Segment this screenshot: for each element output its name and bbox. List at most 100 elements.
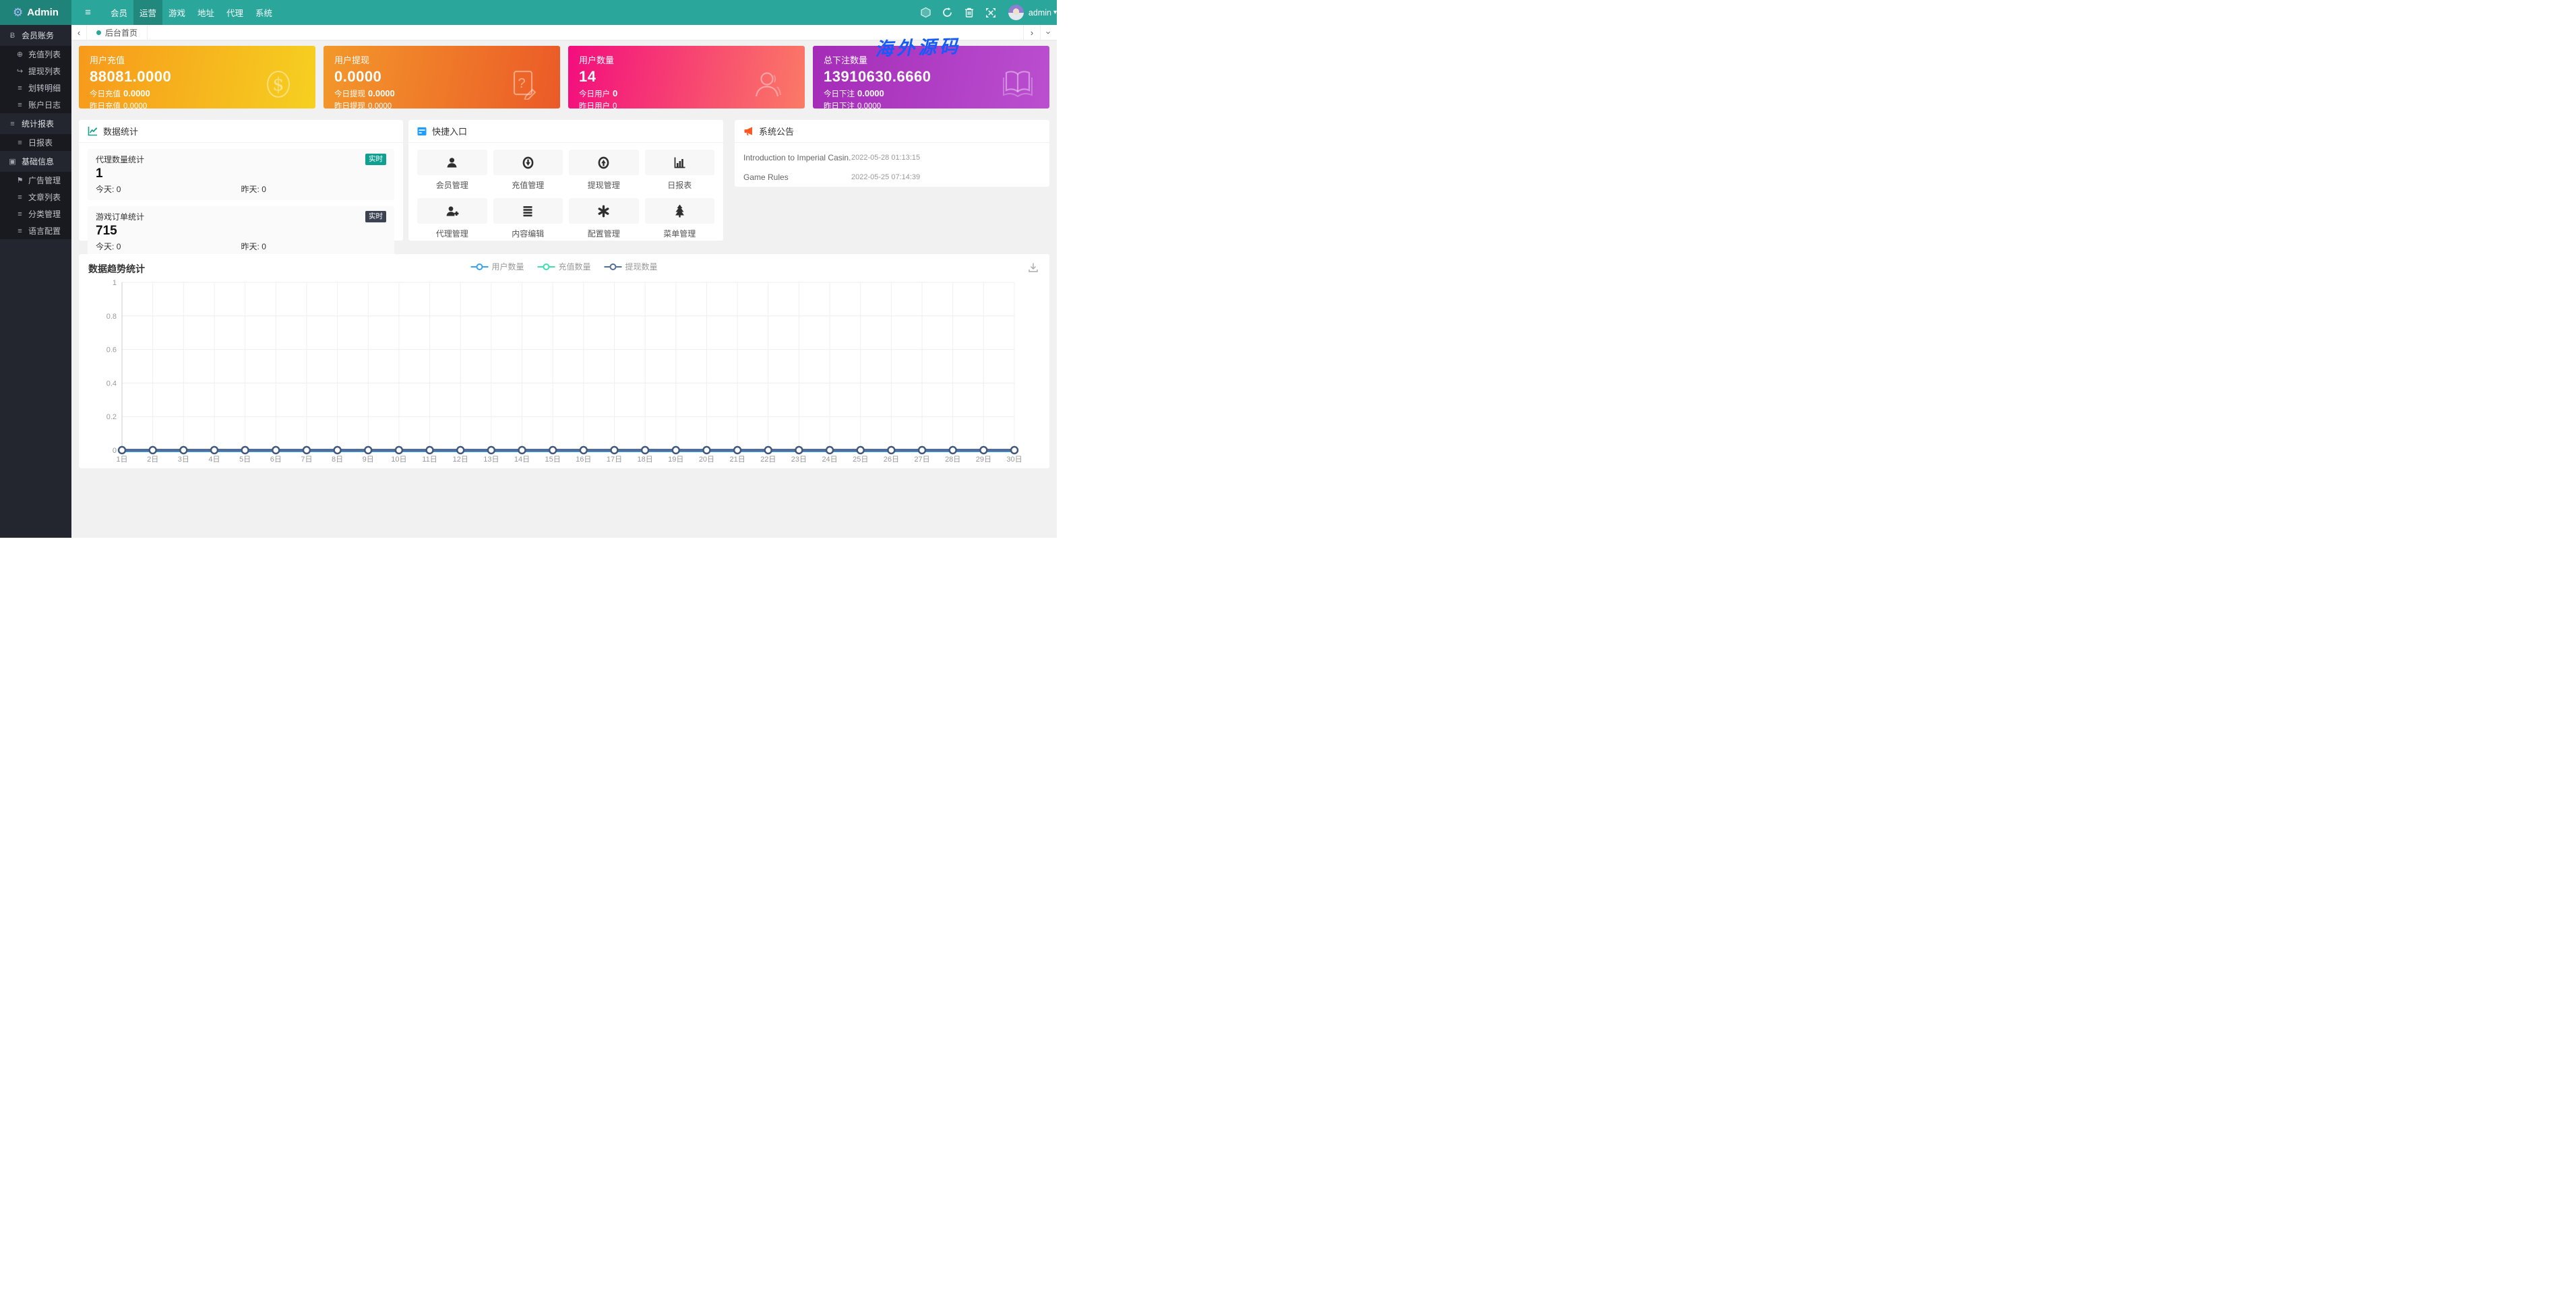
svg-text:11日: 11日 xyxy=(422,456,437,464)
ad-icon: ⚑ xyxy=(16,176,24,185)
sidebar-item-article-list[interactable]: ≡ 文章列表 xyxy=(0,189,71,206)
quick-agent-management[interactable]: 代理管理 xyxy=(417,198,487,241)
quick-withdraw-management[interactable]: 提现管理 xyxy=(569,150,639,192)
tree-icon xyxy=(673,204,686,218)
sidebar-submenu: ⊕ 充值列表 ↪ 提现列表 ≡ 划转明细 ≡ 账户日志 xyxy=(0,46,71,113)
tab-menu-button[interactable]: › xyxy=(1040,25,1057,40)
stat-card-total-bets: 总下注数量 13910630.6660 今日下注0.0000 昨日下注0.000… xyxy=(813,46,1049,108)
list-icon: ≡ xyxy=(16,227,24,235)
svg-text:12日: 12日 xyxy=(453,456,468,464)
statbox-value: 1 xyxy=(96,166,386,181)
announcement-row[interactable]: Introduction to Imperial Casin... 2022-0… xyxy=(735,149,1049,166)
sidebar-item-member-accounts[interactable]: Ƀ 会员账务 xyxy=(0,25,71,46)
svg-text:8日: 8日 xyxy=(332,456,343,464)
sidebar-item-stats-reports[interactable]: ≡ 统计报表 xyxy=(0,113,71,134)
trend-line-chart[interactable]: 00.20.40.60.811日2日3日4日5日6日7日8日9日10日11日12… xyxy=(79,276,1049,465)
tab-label: 后台首页 xyxy=(105,27,137,38)
svg-text:10日: 10日 xyxy=(391,456,406,464)
quick-config-management[interactable]: 配置管理 xyxy=(569,198,639,241)
legend-item-recharge[interactable]: 充值数量 xyxy=(537,261,590,272)
list-icon: ≡ xyxy=(16,139,24,147)
sidebar-item-label: 文章列表 xyxy=(28,191,61,203)
chevron-left-icon: ‹ xyxy=(78,28,80,38)
announcement-row[interactable]: Game Rules 2022-05-25 07:14:39 xyxy=(735,168,1049,186)
download-chart-icon[interactable] xyxy=(1028,262,1039,273)
avatar[interactable] xyxy=(1008,5,1024,20)
panel-title: 数据统计 xyxy=(103,125,138,137)
stat-card-title: 总下注数量 xyxy=(824,53,1039,66)
sidebar-item-label: 分类管理 xyxy=(28,208,61,220)
tab-home[interactable]: 后台首页 xyxy=(87,25,148,40)
nav-item-address[interactable]: 地址 xyxy=(191,0,220,25)
sidebar-item-label: 基础信息 xyxy=(22,156,54,167)
sidebar-item-category-management[interactable]: ≡ 分类管理 xyxy=(0,206,71,222)
svg-text:4日: 4日 xyxy=(208,456,220,464)
sidebar-item-ad-management[interactable]: ⚑ 广告管理 xyxy=(0,172,71,189)
sidebar-item-label: 统计报表 xyxy=(22,118,54,129)
svg-text:$: $ xyxy=(272,74,284,95)
sidebar-item-recharge-list[interactable]: ⊕ 充值列表 xyxy=(0,46,71,63)
legend-label: 充值数量 xyxy=(558,261,590,272)
stat-line-label: 今日提现 xyxy=(334,90,365,98)
fullscreen-icon[interactable] xyxy=(980,0,1002,25)
trash-icon[interactable] xyxy=(958,0,980,25)
sidebar-submenu: ⚑ 广告管理 ≡ 文章列表 ≡ 分类管理 ≡ 语言配置 xyxy=(0,172,71,239)
statbox-name: 游戏订单统计 xyxy=(96,211,144,222)
svg-text:30日: 30日 xyxy=(1006,456,1022,464)
list-icon: ≡ xyxy=(16,84,24,92)
stat-line-value: 0.0000 xyxy=(368,88,395,98)
announcement-title: Introduction to Imperial Casin... xyxy=(743,153,851,162)
nav-item-game[interactable]: 游戏 xyxy=(162,0,191,25)
brand-logo[interactable]: ⚙ Admin xyxy=(0,0,71,25)
quick-label: 提现管理 xyxy=(569,179,639,191)
legend-item-users[interactable]: 用户数量 xyxy=(470,261,524,272)
sidebar-item-withdraw-list[interactable]: ↪ 提现列表 xyxy=(0,63,71,80)
sidebar-item-language-config[interactable]: ≡ 语言配置 xyxy=(0,222,71,239)
refresh-icon[interactable] xyxy=(937,0,958,25)
svg-text:7日: 7日 xyxy=(301,456,312,464)
agent-count-statbox: 代理数量统计 实时 1 今天: 0 昨天: 0 xyxy=(88,149,394,200)
nav-item-agent[interactable]: 代理 xyxy=(220,0,249,25)
active-tab-dot xyxy=(96,30,101,35)
asterisk-icon xyxy=(597,205,610,218)
stat-line-label: 今日用户 xyxy=(579,90,610,98)
stat-line-value: 0.0000 xyxy=(857,88,884,98)
panel-title: 快捷入口 xyxy=(432,125,467,137)
quick-label: 代理管理 xyxy=(417,228,487,239)
tab-scroll-right-button[interactable]: › xyxy=(1023,25,1040,40)
svg-text:23日: 23日 xyxy=(791,456,807,464)
username[interactable]: admin xyxy=(1029,8,1051,18)
legend-item-withdraw[interactable]: 提现数量 xyxy=(605,261,658,272)
nav-item-system[interactable]: 系统 xyxy=(249,0,278,25)
arrow-circle-down-icon xyxy=(522,156,534,169)
sidebar-item-account-log[interactable]: ≡ 账户日志 xyxy=(0,96,71,113)
stat-card-title: 用户数量 xyxy=(579,53,794,66)
stat-line-label: 昨日用户 xyxy=(579,102,610,108)
quick-content-edit[interactable]: 内容编辑 xyxy=(493,198,563,241)
nav-item-member[interactable]: 会员 xyxy=(104,0,133,25)
sidebar-item-basic-info[interactable]: ▣ 基础信息 xyxy=(0,151,71,172)
hexagon-icon[interactable] xyxy=(915,0,937,25)
main-content: 用户充值 88081.0000 今日充值0.0000 昨日充值0.0000 $ … xyxy=(71,40,1057,538)
quick-recharge-management[interactable]: 充值管理 xyxy=(493,150,563,192)
quick-menu-management[interactable]: 菜单管理 xyxy=(645,198,715,241)
stat-line-label: 昨日提现 xyxy=(334,102,365,108)
stat-card-user-withdraw: 用户提现 0.0000 今日提现0.0000 昨日提现0.0000 ? xyxy=(324,46,560,108)
sidebar-item-transfer-detail[interactable]: ≡ 划转明细 xyxy=(0,80,71,96)
sidebar-item-label: 日报表 xyxy=(28,137,53,148)
quick-member-management[interactable]: 会员管理 xyxy=(417,150,487,192)
svg-text:0: 0 xyxy=(113,447,117,455)
sidebar-item-daily-report[interactable]: ≡ 日报表 xyxy=(0,134,71,151)
stat-line-label: 今日充值 xyxy=(90,90,121,98)
stat-card-user-count: 用户数量 14 今日用户0 昨日用户0 xyxy=(568,46,805,108)
quick-label: 日报表 xyxy=(645,179,715,191)
legend-label: 提现数量 xyxy=(625,261,658,272)
quick-daily-report[interactable]: 日报表 xyxy=(645,150,715,192)
realtime-badge: 实时 xyxy=(365,154,386,165)
yesterday-label: 昨天: xyxy=(241,242,259,251)
collapse-sidebar-button[interactable]: ≡ xyxy=(71,0,104,25)
system-announcements-panel: 系统公告 Introduction to Imperial Casin... 2… xyxy=(735,120,1049,187)
tab-scroll-left-button[interactable]: ‹ xyxy=(71,25,87,40)
nav-item-operation[interactable]: 运营 xyxy=(133,0,162,25)
quick-label: 会员管理 xyxy=(417,179,487,191)
